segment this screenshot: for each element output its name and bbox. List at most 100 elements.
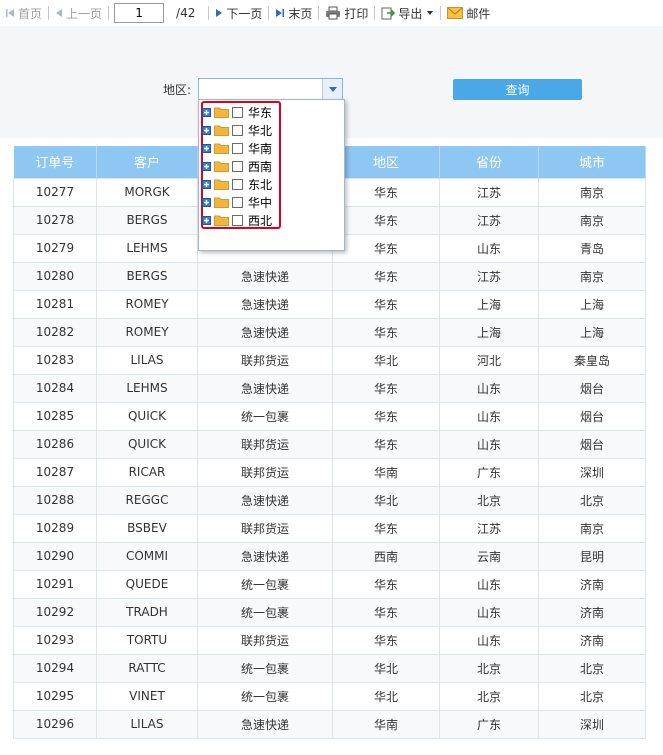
folder-icon	[214, 197, 229, 208]
expand-plus-icon[interactable]	[202, 215, 211, 225]
shipper-cell: 联邦货运	[197, 345, 333, 375]
table-row: 10286 QUICK 联邦货运 华东 山东 烟台	[13, 429, 646, 459]
region-cell: 华东	[332, 205, 440, 235]
tree-item-label: 华北	[248, 123, 273, 138]
region-cell: 华东	[332, 625, 440, 655]
province-cell: 江苏	[439, 261, 539, 291]
print-button[interactable]: 打印	[322, 2, 371, 24]
toolbar-divider	[208, 6, 210, 20]
region-cell: 华北	[332, 485, 440, 515]
last-page-label: 末页	[288, 6, 313, 21]
customer-cell: RATTC	[96, 653, 198, 683]
region-dropdown-button[interactable]	[322, 79, 342, 99]
region-cell: 华东	[332, 429, 440, 459]
order-id-cell: 10293	[13, 625, 97, 655]
col-header-province: 省份	[439, 146, 539, 178]
tree-checkbox[interactable]	[232, 160, 243, 172]
expand-plus-icon[interactable]	[202, 125, 211, 135]
shipper-cell: 急速快递	[197, 541, 333, 571]
tree-checkbox[interactable]	[232, 178, 243, 190]
expand-plus-icon[interactable]	[202, 107, 211, 117]
province-cell: 江苏	[439, 177, 539, 207]
tree-item[interactable]: 华南	[202, 139, 272, 157]
shipper-cell: 统一包裹	[197, 401, 333, 431]
tree-item-label: 华南	[248, 141, 273, 156]
order-id-cell: 10279	[13, 233, 97, 263]
prev-page-button[interactable]: 上一页	[52, 2, 105, 24]
first-page-icon	[6, 9, 14, 17]
next-page-label: 下一页	[226, 6, 263, 21]
province-cell: 云南	[439, 541, 539, 571]
first-page-button[interactable]: 首页	[2, 2, 45, 24]
folder-icon	[214, 179, 229, 190]
query-button[interactable]: 查询	[453, 79, 582, 100]
expand-plus-icon[interactable]	[202, 197, 211, 207]
tree-item[interactable]: 西北	[202, 211, 272, 229]
export-button[interactable]: 导出	[378, 2, 437, 24]
expand-plus-icon[interactable]	[202, 143, 211, 153]
page-number-input[interactable]	[114, 3, 165, 23]
city-cell: 上海	[538, 317, 646, 347]
export-icon	[381, 7, 396, 20]
customer-cell: MORGK	[96, 177, 198, 207]
last-page-icon	[276, 9, 285, 17]
order-id-cell: 10284	[13, 373, 97, 403]
tree-checkbox[interactable]	[232, 214, 243, 226]
tree-checkbox[interactable]	[232, 106, 243, 118]
province-cell: 山东	[439, 569, 539, 599]
customer-cell: BERGS	[96, 261, 198, 291]
customer-cell: LEHMS	[96, 373, 198, 403]
table-row: 10284 LEHMS 急速快递 华东 山东 烟台	[13, 373, 646, 403]
order-id-cell: 10281	[13, 289, 97, 319]
province-cell: 山东	[439, 373, 539, 403]
order-id-cell: 10295	[13, 681, 97, 711]
shipper-cell: 联邦货运	[197, 625, 333, 655]
region-cell: 华东	[332, 233, 440, 263]
printer-icon	[326, 6, 341, 20]
province-cell: 山东	[439, 233, 539, 263]
order-id-cell: 10282	[13, 317, 97, 347]
last-page-button[interactable]: 末页	[272, 2, 315, 24]
region-cell: 西南	[332, 541, 440, 571]
region-cell: 华北	[332, 681, 440, 711]
tree-item-label: 西南	[248, 159, 273, 174]
shipper-cell: 统一包裹	[197, 681, 333, 711]
table-row: 10280 BERGS 急速快递 华东 江苏 南京	[13, 261, 646, 291]
expand-plus-icon[interactable]	[202, 179, 211, 189]
table-row: 10285 QUICK 统一包裹 华东 山东 烟台	[13, 401, 646, 431]
tree-checkbox[interactable]	[232, 196, 243, 208]
customer-cell: TORTU	[96, 625, 198, 655]
order-id-cell: 10283	[13, 345, 97, 375]
table-row: 10288 REGGC 急速快递 华北 北京 北京	[13, 485, 646, 515]
region-cell: 华东	[332, 569, 440, 599]
customer-cell: QUICK	[96, 429, 198, 459]
region-select[interactable]	[198, 78, 343, 100]
tree-item[interactable]: 华东	[202, 103, 272, 121]
order-id-cell: 10292	[13, 597, 97, 627]
expand-plus-icon[interactable]	[202, 161, 211, 171]
shipper-cell: 统一包裹	[197, 597, 333, 627]
next-page-button[interactable]: 下一页	[212, 2, 265, 24]
tree-checkbox[interactable]	[232, 142, 243, 154]
region-cell: 华东	[332, 177, 440, 207]
tree-item[interactable]: 西南	[202, 157, 272, 175]
shipper-cell: 急速快递	[197, 289, 333, 319]
table-row: 10296 LILAS 急速快递 华南 广东 深圳	[13, 709, 646, 739]
city-cell: 烟台	[538, 429, 646, 459]
city-cell: 南京	[538, 177, 646, 207]
region-cell: 华东	[332, 401, 440, 431]
tree-item[interactable]: 东北	[202, 175, 272, 193]
customer-cell: BERGS	[96, 205, 198, 235]
tree-item[interactable]: 华中	[202, 193, 272, 211]
order-id-cell: 10294	[13, 653, 97, 683]
prev-page-label: 上一页	[66, 6, 103, 21]
prev-page-icon	[56, 9, 63, 17]
province-cell: 江苏	[439, 513, 539, 543]
toolbar-divider	[374, 6, 376, 20]
tree-item[interactable]: 华北	[202, 121, 272, 139]
city-cell: 南京	[538, 261, 646, 291]
province-cell: 上海	[439, 317, 539, 347]
tree-checkbox[interactable]	[232, 124, 243, 136]
mail-button[interactable]: 邮件	[444, 2, 493, 24]
region-cell: 华东	[332, 317, 440, 347]
